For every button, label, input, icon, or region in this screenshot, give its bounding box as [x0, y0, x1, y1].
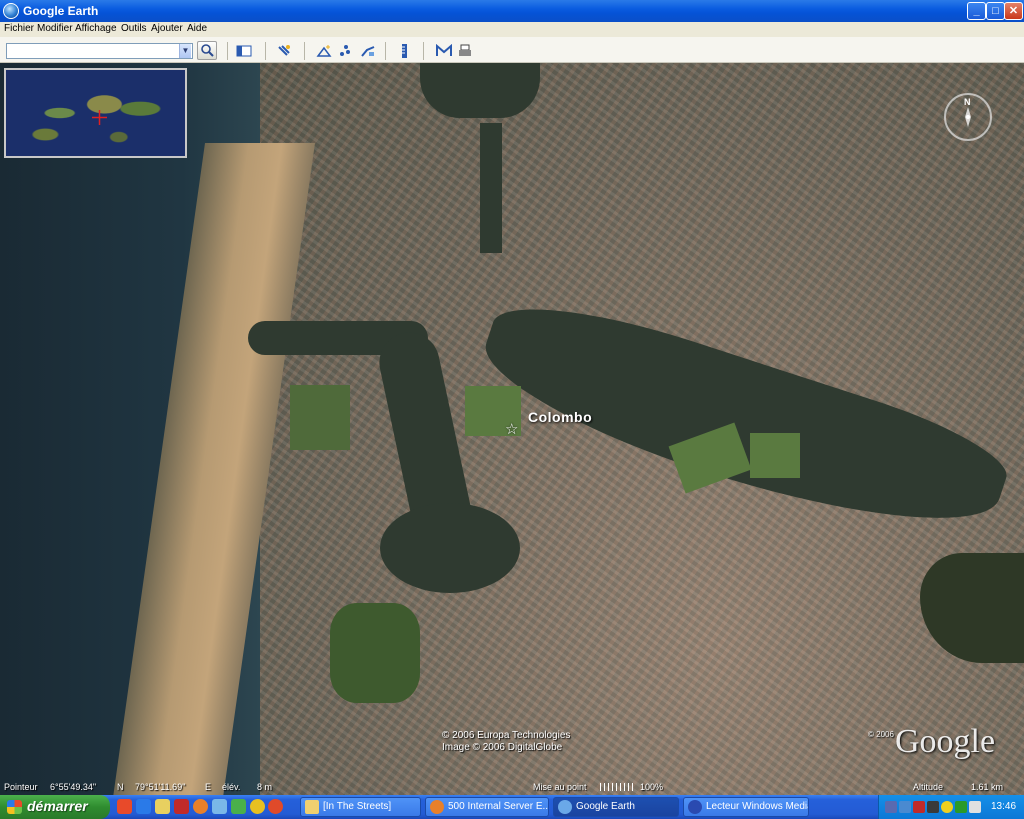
desktop-icon[interactable]: [155, 799, 170, 814]
altitude-label: Altitude: [913, 782, 944, 792]
toolbar-separator: [227, 42, 228, 60]
pointer-longitude: 79°51'11.69": [135, 782, 186, 792]
copyright-line-2: Image © 2006 DigitalGlobe: [442, 742, 563, 753]
tray-icon[interactable]: [955, 801, 967, 813]
print-icon[interactable]: [457, 44, 473, 58]
quicklaunch-icon[interactable]: [268, 799, 283, 814]
quicklaunch-icon[interactable]: [250, 799, 265, 814]
add-polygon-icon[interactable]: [338, 44, 354, 58]
add-path-icon[interactable]: [360, 44, 376, 58]
tray-icon[interactable]: [927, 801, 939, 813]
elevation-value: 8 m: [257, 782, 273, 792]
system-tray: 13:46: [878, 795, 1024, 819]
search-button[interactable]: [197, 41, 217, 60]
task-google-earth[interactable]: Google Earth: [553, 797, 679, 817]
media-player-icon: [688, 800, 702, 814]
task-label: 500 Internal Server E...: [448, 801, 549, 812]
elevation-label: élév.: [222, 782, 241, 792]
green-field: [750, 433, 800, 478]
location-marker-icon: [92, 110, 107, 125]
copyright-line-1: © 2006 Europa Technologies: [442, 730, 571, 741]
placemark-label[interactable]: Colombo: [528, 409, 592, 425]
map-status-bar: Pointeur 6°55'49.34" N 79°51'11.69" E él…: [0, 779, 1024, 795]
pointer-lat-hemisphere: N: [117, 782, 124, 792]
quicklaunch-icon[interactable]: [117, 799, 132, 814]
menu-aide[interactable]: Aide: [187, 23, 207, 34]
windows-flag-icon: [7, 800, 22, 814]
task-label: Google Earth: [576, 801, 635, 812]
ie-icon[interactable]: [136, 799, 151, 814]
tray-icon[interactable]: [899, 801, 911, 813]
title-bar[interactable]: Google Earth _ □ ✕: [0, 0, 1024, 22]
pointer-label: Pointeur: [4, 782, 38, 792]
placemark-star-icon[interactable]: ☆: [505, 420, 518, 438]
menu-modifier[interactable]: Modifier: [37, 23, 73, 34]
task-in-the-streets[interactable]: [In The Streets]: [300, 797, 421, 817]
hand-tool-icon[interactable]: [276, 44, 292, 58]
toolbar-separator: [423, 42, 424, 60]
ruler-icon[interactable]: [396, 44, 412, 58]
messenger-icon[interactable]: [941, 801, 953, 813]
green-field: [290, 385, 350, 450]
google-earth-icon: [558, 800, 572, 814]
harbour-water: [420, 63, 540, 118]
compass-control[interactable]: N: [944, 93, 992, 141]
task-label: [In The Streets]: [323, 801, 392, 812]
menu-bar: Fichier Modifier Affichage Outils Ajoute…: [0, 22, 1024, 37]
window-title: Google Earth: [23, 4, 99, 18]
streaming-percent: 100%: [640, 782, 664, 792]
altitude-value: 1.61 km: [971, 782, 1004, 792]
google-earth-app-icon[interactable]: [3, 3, 19, 19]
menu-outils[interactable]: Outils: [121, 23, 147, 34]
canal-north: [480, 123, 502, 253]
task-windows-media[interactable]: Lecteur Windows Media: [683, 797, 809, 817]
minimize-button[interactable]: _: [967, 2, 986, 20]
firefox-icon: [430, 800, 444, 814]
windows-taskbar: démarrer [In The Streets] 500 Internal S…: [0, 795, 1024, 819]
volume-icon[interactable]: [969, 801, 981, 813]
maximize-button[interactable]: □: [986, 2, 1005, 20]
add-placemark-icon[interactable]: [316, 44, 332, 58]
compass-needle-icon: [965, 107, 971, 127]
network-icon[interactable]: [885, 801, 897, 813]
toolbar-separator: [304, 42, 305, 60]
start-label: démarrer: [27, 798, 88, 814]
folder-icon: [305, 800, 319, 814]
quicklaunch-icon[interactable]: [231, 799, 246, 814]
green-area: [330, 603, 420, 703]
pointer-lon-hemisphere: E: [205, 782, 212, 792]
toolbar-separator: [265, 42, 266, 60]
earth-3d-view[interactable]: N ☆ Colombo © 2006 Europa Technologies I…: [0, 63, 1024, 795]
sidebar-toggle-icon[interactable]: [236, 44, 252, 58]
pointer-latitude: 6°55'49.34": [50, 782, 97, 792]
start-button[interactable]: démarrer: [0, 795, 110, 819]
menu-fichier[interactable]: Fichier: [4, 23, 34, 34]
menu-affichage[interactable]: Affichage: [75, 23, 117, 34]
clock[interactable]: 13:46: [991, 801, 1016, 812]
streaming-progress-bar: [600, 783, 636, 791]
canal-loop: [380, 503, 520, 593]
google-logo: Google: [895, 723, 996, 760]
google-earth-window: Google Earth _ □ ✕ Fichier Modifier Affi…: [0, 0, 1024, 795]
toolbar: ▼: [0, 37, 1024, 63]
menu-ajouter[interactable]: Ajouter: [151, 23, 183, 34]
imagery-attribution: © 2006 Europa Technologies Image © 2006 …: [442, 730, 570, 754]
task-label: Lecteur Windows Media: [706, 801, 809, 812]
email-icon[interactable]: [436, 43, 452, 58]
search-dropdown-button[interactable]: ▼: [179, 44, 191, 58]
logo-copyright: © 2006: [868, 730, 894, 739]
close-button[interactable]: ✕: [1004, 2, 1023, 20]
firefox-icon[interactable]: [193, 799, 208, 814]
quicklaunch-icon[interactable]: [174, 799, 189, 814]
task-firefox[interactable]: 500 Internal Server E...: [425, 797, 549, 817]
overview-map[interactable]: [4, 68, 187, 158]
antivirus-icon[interactable]: [913, 801, 925, 813]
streaming-label: Mise au point: [533, 782, 587, 792]
toolbar-separator: [385, 42, 386, 60]
search-input[interactable]: [6, 43, 193, 59]
quicklaunch-icon[interactable]: [212, 799, 227, 814]
search-icon: [201, 44, 214, 57]
